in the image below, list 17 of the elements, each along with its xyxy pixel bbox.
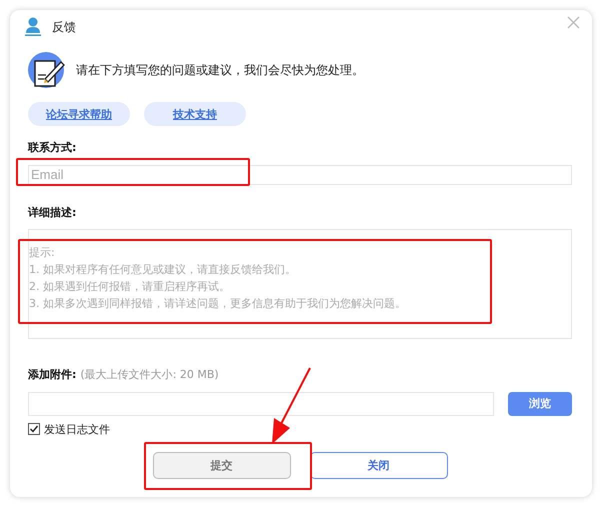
help-link[interactable]: 论坛寻求帮助 <box>28 102 130 126</box>
help-link[interactable]: 技术支持 <box>144 102 246 126</box>
close-button[interactable]: 关闭 <box>310 452 448 478</box>
size-hint: (最大上传文件大小: 20 MB) <box>80 366 219 382</box>
checkbox[interactable] <box>28 423 40 435</box>
window-title: 反馈 <box>52 18 77 36</box>
attachment-label: 添加附件: <box>28 366 76 382</box>
description-label: 详细描述: <box>28 204 78 220</box>
user-icon <box>24 17 42 37</box>
contact-label: 联系方式: <box>28 140 78 155</box>
description-field[interactable]: 提示: 1. 如果对程序有任何意见或建议，请直接反馈给我们。 2. 如果遇到任何报错，请重启程序再试。 3. 如果多次遇到同样报错，请详述问题，更多信息有助于我们为您解决问题。 <box>28 228 572 338</box>
browse-button[interactable]: 浏览 <box>508 392 572 416</box>
checkbox-label: 发送日志文件 <box>44 422 110 436</box>
intro-text: 请在下方填写您的问题或建议，我们会尽快为您处理。 <box>76 62 364 78</box>
file-field[interactable] <box>28 392 494 416</box>
close-icon[interactable] <box>567 16 580 29</box>
email-field[interactable]: Email <box>28 164 572 184</box>
